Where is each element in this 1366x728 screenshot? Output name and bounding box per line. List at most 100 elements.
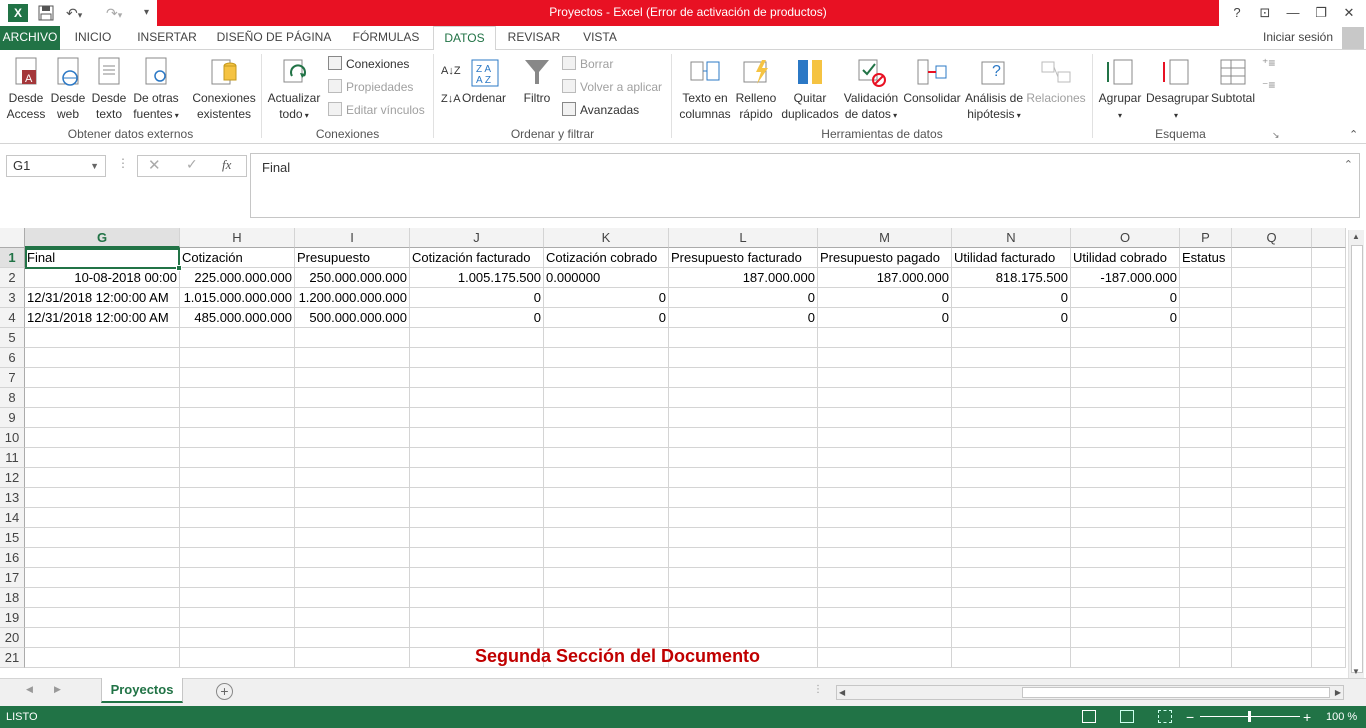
- clear-filter-button[interactable]: Borrar: [562, 55, 613, 73]
- cell-g14[interactable]: [25, 508, 180, 528]
- cell-p18[interactable]: [1180, 588, 1232, 608]
- column-header-l[interactable]: L: [669, 228, 818, 248]
- cell-m12[interactable]: [818, 468, 952, 488]
- save-icon[interactable]: [38, 3, 54, 23]
- cell-filler[interactable]: [1312, 248, 1346, 268]
- cell-n9[interactable]: [952, 408, 1071, 428]
- cell-q17[interactable]: [1232, 568, 1312, 588]
- cell-k20[interactable]: [544, 628, 669, 648]
- cell-j16[interactable]: [410, 548, 544, 568]
- cell-k1[interactable]: Cotización cobrado: [544, 248, 669, 268]
- column-header-g[interactable]: G: [25, 228, 180, 248]
- cell-j3[interactable]: 0: [410, 288, 544, 308]
- cell-k18[interactable]: [544, 588, 669, 608]
- cell-p11[interactable]: [1180, 448, 1232, 468]
- cell-i4[interactable]: 500.000.000.000: [295, 308, 410, 328]
- cell-k8[interactable]: [544, 388, 669, 408]
- cell-p17[interactable]: [1180, 568, 1232, 588]
- cell-g18[interactable]: [25, 588, 180, 608]
- cell-m1[interactable]: Presupuesto pagado: [818, 248, 952, 268]
- cell-h4[interactable]: 485.000.000.000: [180, 308, 295, 328]
- next-sheet-icon[interactable]: ▶: [54, 684, 61, 695]
- cell-j20[interactable]: [410, 628, 544, 648]
- cell-p14[interactable]: [1180, 508, 1232, 528]
- cell-n1[interactable]: Utilidad facturado: [952, 248, 1071, 268]
- customize-quick-access-icon[interactable]: ▾: [144, 3, 149, 23]
- cell-q19[interactable]: [1232, 608, 1312, 628]
- cell-h21[interactable]: [180, 648, 295, 668]
- restore-button[interactable]: ❐: [1306, 0, 1336, 26]
- row-header-13[interactable]: 13: [0, 488, 25, 508]
- cell-l10[interactable]: [669, 428, 818, 448]
- cell-filler[interactable]: [1312, 528, 1346, 548]
- cell-i8[interactable]: [295, 388, 410, 408]
- subtotal-button[interactable]: Subtotal: [1208, 56, 1258, 106]
- name-box[interactable]: G1 ▼: [6, 155, 106, 177]
- cell-j9[interactable]: [410, 408, 544, 428]
- cell-k6[interactable]: [544, 348, 669, 368]
- cell-filler[interactable]: [1312, 448, 1346, 468]
- cell-l17[interactable]: [669, 568, 818, 588]
- cell-n16[interactable]: [952, 548, 1071, 568]
- cell-l14[interactable]: [669, 508, 818, 528]
- cell-k13[interactable]: [544, 488, 669, 508]
- cell-p8[interactable]: [1180, 388, 1232, 408]
- cell-i18[interactable]: [295, 588, 410, 608]
- cell-l20[interactable]: [669, 628, 818, 648]
- formula-input[interactable]: Final ⌃: [250, 153, 1360, 218]
- cell-filler[interactable]: [1312, 288, 1346, 308]
- cell-n21[interactable]: [952, 648, 1071, 668]
- cell-n7[interactable]: [952, 368, 1071, 388]
- zoom-slider-thumb[interactable]: [1248, 711, 1251, 722]
- cell-i10[interactable]: [295, 428, 410, 448]
- minimize-button[interactable]: —: [1278, 0, 1308, 26]
- row-header-20[interactable]: 20: [0, 628, 25, 648]
- cell-q5[interactable]: [1232, 328, 1312, 348]
- cell-l1[interactable]: Presupuesto facturado: [669, 248, 818, 268]
- cell-g11[interactable]: [25, 448, 180, 468]
- cell-q14[interactable]: [1232, 508, 1312, 528]
- cell-p19[interactable]: [1180, 608, 1232, 628]
- cell-p20[interactable]: [1180, 628, 1232, 648]
- reapply-filter-button[interactable]: Volver a aplicar: [562, 78, 662, 96]
- scroll-down-icon[interactable]: ▼: [1352, 667, 1360, 676]
- cell-filler[interactable]: [1312, 468, 1346, 488]
- cell-h12[interactable]: [180, 468, 295, 488]
- ribbon-display-options-button[interactable]: ⊡: [1250, 0, 1280, 26]
- cell-q2[interactable]: [1232, 268, 1312, 288]
- sort-button[interactable]: Z AA Z Ordenar: [460, 56, 508, 106]
- undo-icon[interactable]: ↶▾: [66, 3, 82, 23]
- row-header-18[interactable]: 18: [0, 588, 25, 608]
- cell-l16[interactable]: [669, 548, 818, 568]
- cell-k12[interactable]: [544, 468, 669, 488]
- cell-i13[interactable]: [295, 488, 410, 508]
- cell-m17[interactable]: [818, 568, 952, 588]
- cell-n10[interactable]: [952, 428, 1071, 448]
- row-header-8[interactable]: 8: [0, 388, 25, 408]
- cell-n8[interactable]: [952, 388, 1071, 408]
- cell-h14[interactable]: [180, 508, 295, 528]
- cell-g19[interactable]: [25, 608, 180, 628]
- cell-o7[interactable]: [1071, 368, 1180, 388]
- cell-filler[interactable]: [1312, 628, 1346, 648]
- cell-n18[interactable]: [952, 588, 1071, 608]
- cell-l18[interactable]: [669, 588, 818, 608]
- cell-l9[interactable]: [669, 408, 818, 428]
- redo-icon[interactable]: ↷▾: [106, 3, 122, 23]
- cell-q4[interactable]: [1232, 308, 1312, 328]
- sort-za-icon[interactable]: Z↓A: [441, 90, 461, 108]
- cell-j8[interactable]: [410, 388, 544, 408]
- cell-filler[interactable]: [1312, 348, 1346, 368]
- cell-l4[interactable]: 0: [669, 308, 818, 328]
- cell-h3[interactable]: 1.015.000.000.000: [180, 288, 295, 308]
- cell-m19[interactable]: [818, 608, 952, 628]
- vertical-scrollbar[interactable]: ▲ ▼: [1348, 230, 1364, 678]
- cell-q13[interactable]: [1232, 488, 1312, 508]
- cell-filler[interactable]: [1312, 428, 1346, 448]
- cell-k3[interactable]: 0: [544, 288, 669, 308]
- cell-g13[interactable]: [25, 488, 180, 508]
- cell-j14[interactable]: [410, 508, 544, 528]
- cell-filler[interactable]: [1312, 308, 1346, 328]
- cell-n14[interactable]: [952, 508, 1071, 528]
- filter-button[interactable]: Filtro: [516, 56, 558, 106]
